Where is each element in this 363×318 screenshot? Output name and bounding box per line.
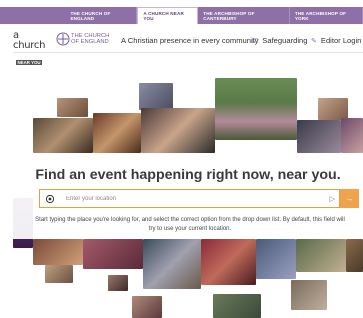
top-nav: THE CHURCH OF ENGLAND A CHURCH NEAR YOU … <box>0 0 363 26</box>
safeguarding-link[interactable]: ☑ Safeguarding <box>252 36 307 45</box>
collage-photo <box>346 239 363 272</box>
search-submit-button[interactable]: → <box>340 189 359 208</box>
clear-icon[interactable]: ▷ <box>330 195 335 203</box>
tab-archbishop-canterbury[interactable]: THE ARCHBISHOP OF CANTERBURY <box>198 7 290 24</box>
tab-church-of-england[interactable]: THE CHURCH OF ENGLAND <box>65 7 138 24</box>
church-of-england-wordmark[interactable]: THE CHURCH OF ENGLAND <box>71 33 109 45</box>
tab-a-church-near-you[interactable]: A CHURCH NEAR YOU <box>137 7 199 24</box>
locate-icon[interactable] <box>44 193 56 205</box>
logo-text: a church <box>13 30 46 51</box>
editor-login-label: Editor Login <box>320 36 362 45</box>
top-nav-spacer <box>0 7 66 24</box>
site-header: a church NEAR YOU THE CHURCH OF ENGLAND … <box>0 26 363 65</box>
collage-photo <box>341 118 363 153</box>
event-search-panel: Find an event happening right now, near … <box>13 156 363 239</box>
location-search-bar: ▷ <box>39 189 340 208</box>
church-of-england-icon <box>56 32 70 46</box>
collage-photo <box>45 265 73 283</box>
collage-photo <box>143 239 201 289</box>
collage-photo <box>33 239 83 265</box>
safeguarding-label: Safeguarding <box>262 36 308 45</box>
search-help-text: Start typing the place you're looking fo… <box>35 217 345 232</box>
collage-photo <box>132 296 162 318</box>
collage-photo <box>57 98 88 117</box>
tab-archbishop-york[interactable]: THE ARCHBISHOP OF YORK <box>289 7 363 24</box>
header-divider <box>13 52 363 53</box>
collage-photo <box>83 239 143 269</box>
collage-photo <box>93 113 141 153</box>
collage-photo <box>318 98 348 120</box>
collage-photo <box>201 239 256 285</box>
collage-photo <box>297 120 341 153</box>
wordmark-line-2: OF ENGLAND <box>71 39 109 45</box>
collage-photo <box>256 239 296 279</box>
pencil-icon: ✎ <box>311 37 317 45</box>
collage-photo <box>215 78 297 140</box>
collage-photo <box>296 239 346 272</box>
location-input[interactable] <box>66 191 330 206</box>
a-church-near-you-logo[interactable]: a church NEAR YOU <box>13 30 53 65</box>
editor-login-link[interactable]: ✎ Editor Login <box>311 36 361 45</box>
page-title: Find an event happening right now, near … <box>35 167 341 183</box>
collage-photo <box>291 280 327 310</box>
collage-photo <box>141 108 215 153</box>
tagline: A Christian presence in every community <box>121 36 259 45</box>
collage-photo <box>139 83 173 110</box>
collage-photo <box>33 118 93 153</box>
collage-photo <box>108 275 128 291</box>
collage-photo <box>213 294 261 318</box>
shield-icon: ☑ <box>252 37 259 45</box>
